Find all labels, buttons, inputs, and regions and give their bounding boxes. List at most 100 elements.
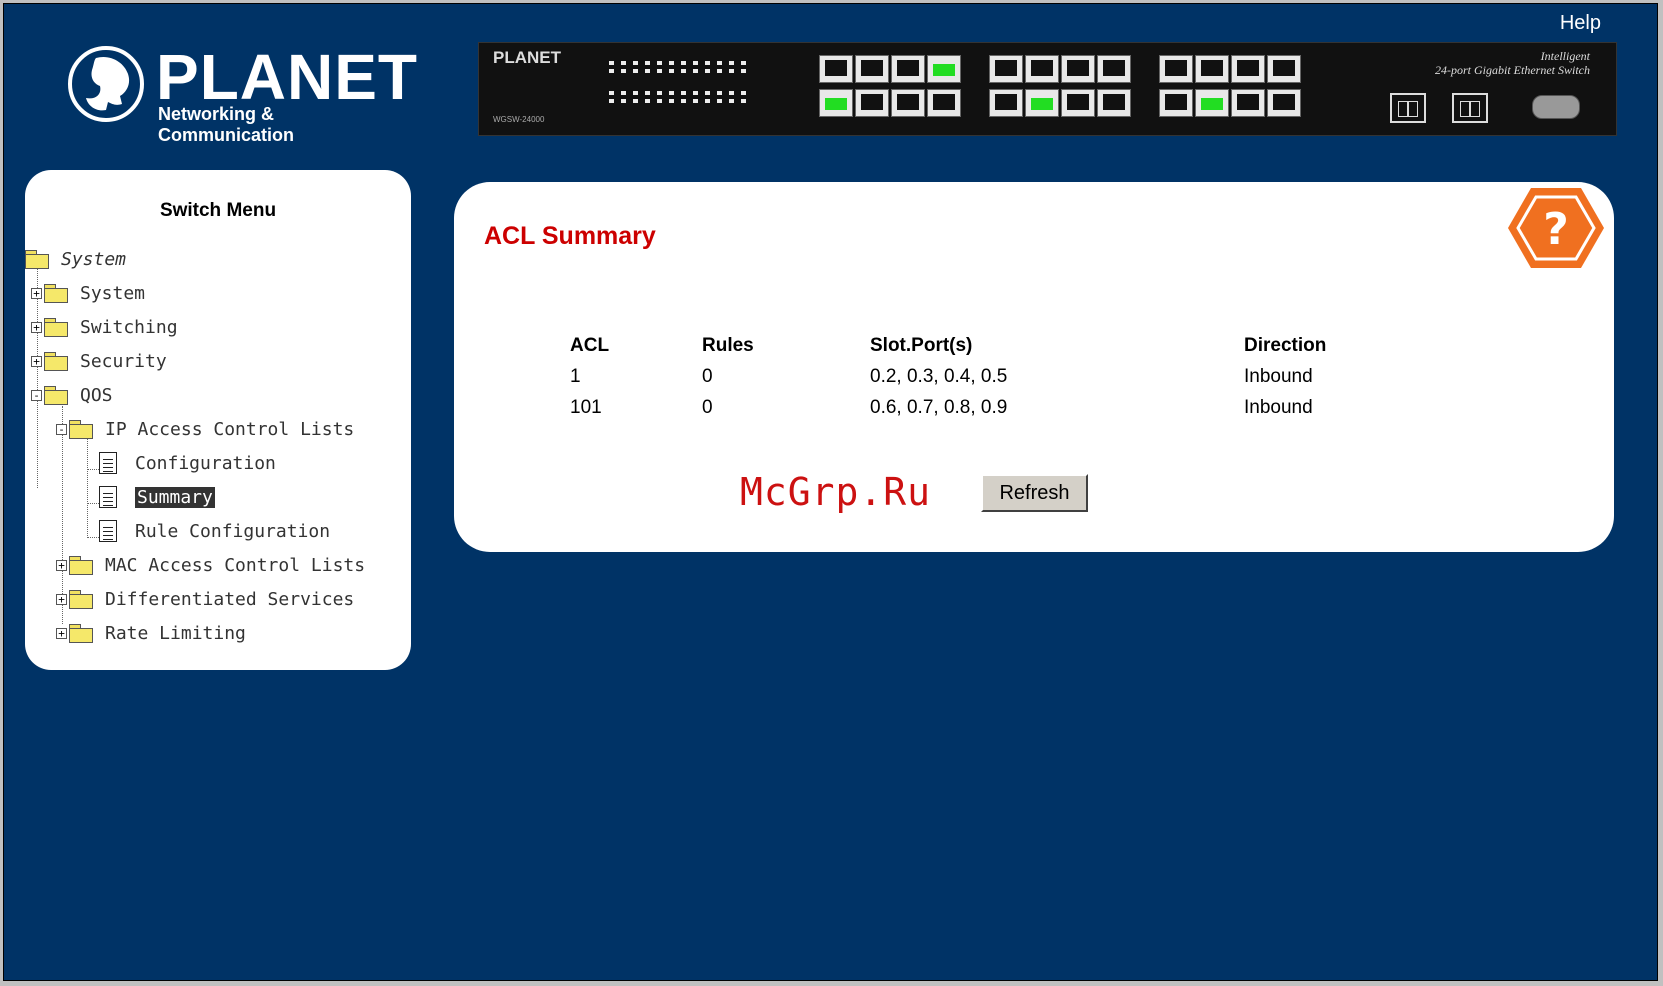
tree-item-configuration[interactable]: Configuration [99, 450, 276, 476]
tree-item-switching[interactable]: + Switching [31, 314, 178, 340]
led-indicator [645, 61, 650, 65]
ethernet-port-icon[interactable] [1025, 89, 1059, 117]
tree-item-summary[interactable]: Summary [99, 484, 215, 510]
ethernet-port-icon[interactable] [1097, 89, 1131, 117]
led-indicator [633, 69, 638, 73]
collapse-icon[interactable]: - [56, 423, 67, 435]
led-indicator [705, 69, 710, 73]
svg-text:?: ? [1543, 204, 1569, 255]
cell-acl: 101 [570, 396, 602, 418]
led-indicator [633, 61, 638, 65]
ethernet-port-icon[interactable] [927, 89, 961, 117]
ethernet-port-icon[interactable] [989, 89, 1023, 117]
acl-summary-table: ACL Rules Slot.Port(s) Direction 1 0 0.2… [570, 330, 1444, 423]
planet-globe-icon [68, 46, 144, 122]
ethernet-port-icon[interactable] [855, 89, 889, 117]
led-indicator [741, 99, 746, 103]
tree-item-label: Rate Limiting [105, 622, 246, 644]
ethernet-port-icon[interactable] [1025, 55, 1059, 83]
switch-menu-panel: Switch Menu System + System + Switching … [25, 170, 411, 670]
collapse-icon[interactable]: - [31, 389, 42, 401]
expand-icon[interactable]: + [56, 559, 67, 571]
table-row: 101 0 0.6, 0.7, 0.8, 0.9 Inbound [570, 392, 1444, 423]
folder-icon [44, 318, 68, 337]
led-indicator [609, 61, 614, 65]
led-indicator [717, 69, 722, 73]
ethernet-port-icon[interactable] [1195, 89, 1229, 117]
ethernet-port-icon[interactable] [1061, 55, 1095, 83]
ethernet-port-icon[interactable] [1159, 89, 1193, 117]
led-indicator [729, 61, 734, 65]
tree-item-rule-configuration[interactable]: Rule Configuration [99, 518, 330, 544]
led-indicator [609, 91, 614, 95]
folder-icon [69, 624, 93, 643]
planet-logo: PLANET Networking & Communication [66, 42, 417, 145]
led-indicator [657, 69, 662, 73]
switch-menu-title: Switch Menu [159, 200, 277, 221]
ethernet-port-icon[interactable] [855, 55, 889, 83]
ethernet-port-icon[interactable] [819, 55, 853, 83]
sfp-slot-icon [1390, 93, 1426, 123]
led-indicator [645, 99, 650, 103]
led-indicator [681, 69, 686, 73]
tree-item-qos[interactable]: - QOS [31, 382, 113, 408]
led-indicator [621, 99, 626, 103]
ethernet-port-icon[interactable] [1267, 55, 1301, 83]
question-mark-icon[interactable]: ? [1506, 186, 1606, 270]
led-indicator [645, 91, 650, 95]
ethernet-port-icon[interactable] [1061, 89, 1095, 117]
console-port-icon [1532, 95, 1580, 119]
led-indicator [657, 91, 662, 95]
column-header-slot-ports: Slot.Port(s) [870, 334, 973, 356]
open-folder-icon [25, 250, 49, 269]
expand-icon[interactable]: + [31, 321, 42, 333]
table-header-row: ACL Rules Slot.Port(s) Direction [570, 330, 1444, 361]
cell-direction: Inbound [1244, 365, 1313, 387]
ethernet-port-icon[interactable] [1267, 89, 1301, 117]
cell-slot-ports: 0.6, 0.7, 0.8, 0.9 [870, 396, 1008, 418]
help-link[interactable]: Help [1560, 12, 1601, 35]
ethernet-port-icon[interactable] [989, 55, 1023, 83]
ethernet-port-icon[interactable] [891, 89, 925, 117]
tree-item-security[interactable]: + Security [31, 348, 167, 374]
refresh-button[interactable]: Refresh [981, 474, 1088, 512]
expand-icon[interactable]: + [56, 593, 67, 605]
ethernet-port-icon[interactable] [1231, 89, 1265, 117]
tree-root-label: System [61, 248, 127, 270]
led-indicator [741, 61, 746, 65]
led-indicator [717, 99, 722, 103]
expand-icon[interactable]: + [31, 287, 42, 299]
ethernet-port-icon[interactable] [1097, 55, 1131, 83]
tree-item-label: System [80, 282, 146, 304]
tree-line [87, 436, 88, 538]
tree-root-system[interactable]: System [25, 246, 126, 272]
tree-item-rate-limiting[interactable]: + Rate Limiting [56, 620, 246, 646]
folder-icon [69, 556, 93, 575]
ethernet-port-icon[interactable] [819, 89, 853, 117]
led-indicator [609, 69, 614, 73]
tree-item-diffserv[interactable]: + Differentiated Services [56, 586, 354, 612]
ethernet-port-icon[interactable] [891, 55, 925, 83]
tree-item-system[interactable]: + System [31, 280, 145, 306]
switch-description-line2: 24-port Gigabit Ethernet Switch [1435, 63, 1590, 77]
ethernet-port-icon[interactable] [1195, 55, 1229, 83]
tree-item-mac-acl[interactable]: + MAC Access Control Lists [56, 552, 365, 578]
expand-icon[interactable]: + [56, 627, 67, 639]
led-indicator [741, 91, 746, 95]
tree-item-label: QOS [80, 384, 113, 406]
ethernet-port-icon[interactable] [1159, 55, 1193, 83]
ethernet-port-icon[interactable] [1231, 55, 1265, 83]
folder-icon [69, 590, 93, 609]
tree-item-label: Security [80, 350, 167, 372]
tree-item-ip-acl[interactable]: - IP Access Control Lists [56, 416, 354, 442]
led-indicator [621, 61, 626, 65]
switch-front-panel[interactable]: PLANET WGSW-24000 Intelligent 24-port Gi… [478, 42, 1617, 136]
led-indicator [741, 69, 746, 73]
logo-tagline: Networking & Communication [158, 104, 295, 145]
ethernet-port-icon[interactable] [927, 55, 961, 83]
folder-icon [44, 352, 68, 371]
table-row: 1 0 0.2, 0.3, 0.4, 0.5 Inbound [570, 361, 1444, 392]
expand-icon[interactable]: + [31, 355, 42, 367]
led-indicator [693, 91, 698, 95]
tree-line [87, 503, 99, 504]
